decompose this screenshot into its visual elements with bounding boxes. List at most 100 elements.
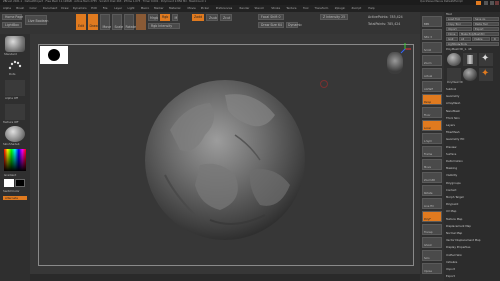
goz-button[interactable]: GoZ	[446, 37, 458, 41]
quicksave-button[interactable]	[476, 0, 481, 5]
section-uv-map[interactable]: UV Map	[446, 210, 499, 213]
section-deformation[interactable]: Deformation	[446, 160, 499, 163]
rgb-button[interactable]: Rgb	[160, 14, 170, 21]
section-unified-skin[interactable]: Unified Skin	[446, 253, 499, 257]
all-button[interactable]: All	[459, 37, 471, 41]
export-button[interactable]: Export	[473, 27, 499, 31]
tool-thumbnail-star[interactable]: ✦	[479, 53, 493, 66]
stroke-thumbnail[interactable]	[7, 58, 23, 72]
menu-macro[interactable]: Macro	[141, 7, 149, 10]
make-polymesh-button[interactable]: Make PolyMesh3D	[459, 32, 499, 36]
section-nanomesh[interactable]: NanoMesh	[446, 109, 499, 113]
section-polygroups[interactable]: Polygroups	[446, 181, 499, 185]
section-fibermesh[interactable]: FiberMesh	[446, 131, 499, 134]
zsub-button[interactable]: Zsub	[206, 14, 218, 21]
menu-texture[interactable]: Texture	[286, 7, 296, 10]
menu-document[interactable]: Document	[43, 7, 58, 10]
dock-actual-button[interactable]: Actual	[422, 68, 442, 79]
r-button[interactable]: R	[491, 37, 499, 41]
maximize-icon[interactable]	[490, 0, 494, 5]
material-thumbnail[interactable]	[5, 126, 25, 142]
menu-dynamics[interactable]: Dynamics	[73, 7, 87, 10]
sculpted-sphere-model[interactable]	[140, 75, 310, 245]
z-intensity-slider[interactable]: Z Intensity 25	[320, 14, 348, 20]
load-tool-button[interactable]: Load Tool	[446, 17, 472, 21]
dock-solo-button[interactable]: Solo	[422, 250, 442, 261]
m-button[interactable]: M	[172, 14, 178, 21]
dock-transp-button[interactable]: Transp	[422, 224, 442, 235]
section-initialize[interactable]: Initialize	[446, 261, 499, 264]
menu-file[interactable]: File	[103, 7, 108, 10]
rotate-button[interactable]: Rotate	[124, 14, 136, 30]
dock-zoom-button[interactable]: Zoom	[422, 55, 442, 66]
menu-render[interactable]: Render	[240, 7, 250, 10]
tool-thumbnail-polymesh[interactable]	[447, 53, 461, 66]
menu-marker[interactable]: Marker	[154, 7, 164, 10]
dock-local-button[interactable]: Local	[422, 120, 442, 131]
menu-color[interactable]: Color	[30, 7, 37, 10]
move-button[interactable]: Move	[100, 14, 111, 30]
material-swatch[interactable]	[136, 14, 146, 30]
home-page-button[interactable]: Home Page	[2, 14, 23, 20]
alternate-button[interactable]: Alternate	[3, 196, 27, 200]
section-preview[interactable]: Preview	[446, 145, 499, 149]
zadd-button[interactable]: Zadd	[192, 14, 204, 21]
copy-tool-button[interactable]: Copy Tool	[446, 22, 472, 26]
live-boolean-button[interactable]: Live Boolean	[25, 15, 48, 25]
menu-zscript[interactable]: Zscript	[352, 7, 362, 10]
dock-ghost-button[interactable]: Ghost	[422, 237, 442, 248]
section-thick-skin[interactable]: Thick Skin	[446, 117, 499, 120]
section-texture-map[interactable]: Texture Map	[446, 217, 499, 221]
section-masking[interactable]: Masking	[446, 167, 499, 170]
axis-gizmo-icon[interactable]	[398, 42, 412, 56]
mrgb-button[interactable]: Mrgb	[148, 14, 158, 21]
save-as-button[interactable]: Save As	[473, 17, 499, 21]
menu-tool[interactable]: Tool	[303, 7, 308, 10]
menu-edit[interactable]: Edit	[91, 7, 96, 10]
draw-size-slider[interactable]: Draw Size 64	[258, 22, 284, 28]
dock-floor-button[interactable]: Floor	[422, 107, 442, 118]
zcut-button[interactable]: Zcut	[220, 14, 232, 21]
section-subtool[interactable]: Subtool	[446, 88, 499, 91]
menu-transform[interactable]: Transform	[315, 7, 329, 10]
clone-button[interactable]: Clone	[446, 32, 458, 36]
section-morph-target[interactable]: Morph Target	[446, 196, 499, 199]
dock-l-sym-button[interactable]: L.Sym	[422, 133, 442, 144]
tool-thumbnail-sphere[interactable]	[463, 68, 477, 81]
dock-zoom3d-button[interactable]: Zoom3D	[422, 172, 442, 183]
section-geometry-hd[interactable]: Geometry HD	[446, 138, 499, 141]
close-icon[interactable]	[495, 0, 499, 5]
color-picker[interactable]	[4, 149, 26, 171]
dynamic-button[interactable]: Dynamic	[286, 22, 302, 28]
section-polypaint[interactable]: Polypaint	[446, 203, 499, 206]
section-display-properties[interactable]: Display Properties	[446, 246, 499, 249]
dock-xpose-button[interactable]: Xpose	[422, 263, 442, 274]
menu-preferences[interactable]: Preferences	[216, 7, 232, 10]
visible-button[interactable]: Visible	[472, 37, 490, 41]
section-layers[interactable]: Layers	[446, 124, 499, 127]
tool-thumbnail-simplebrush[interactable]	[447, 68, 461, 81]
secondary-color-swatch[interactable]	[15, 179, 25, 187]
section-import[interactable]: Import	[446, 268, 499, 271]
section-export[interactable]: Export	[446, 275, 499, 278]
menu-layer[interactable]: Layer	[114, 7, 122, 10]
dock-frame-button[interactable]: Frame	[422, 146, 442, 157]
menu-draw[interactable]: Draw	[61, 7, 68, 10]
dock-persp-button[interactable]: Persp	[422, 94, 442, 105]
section-displacement-map[interactable]: Displacement Map	[446, 225, 499, 228]
section-geometry[interactable]: Geometry	[446, 95, 499, 98]
menu-movie[interactable]: Movie	[188, 7, 196, 10]
section-surface[interactable]: Surface	[446, 153, 499, 156]
lightbox-button[interactable]: LightBox	[2, 22, 22, 28]
paste-tool-button[interactable]: Paste Tool	[473, 22, 499, 26]
minimize-icon[interactable]	[484, 0, 488, 5]
dock-scroll-button[interactable]: Scroll	[422, 42, 442, 53]
tool-thumbnail-cylinder[interactable]	[463, 53, 477, 66]
alpha-thumbnail[interactable]	[5, 80, 25, 96]
primary-color-swatch[interactable]	[4, 179, 14, 187]
menu-alpha[interactable]: Alpha	[3, 7, 11, 10]
dock-spix-3-button[interactable]: SPix 3	[422, 29, 442, 40]
dock-move-button[interactable]: Move	[422, 159, 442, 170]
menu-picker[interactable]: Picker	[201, 7, 209, 10]
dock-line-fill-button[interactable]: Line Fill	[422, 198, 442, 209]
